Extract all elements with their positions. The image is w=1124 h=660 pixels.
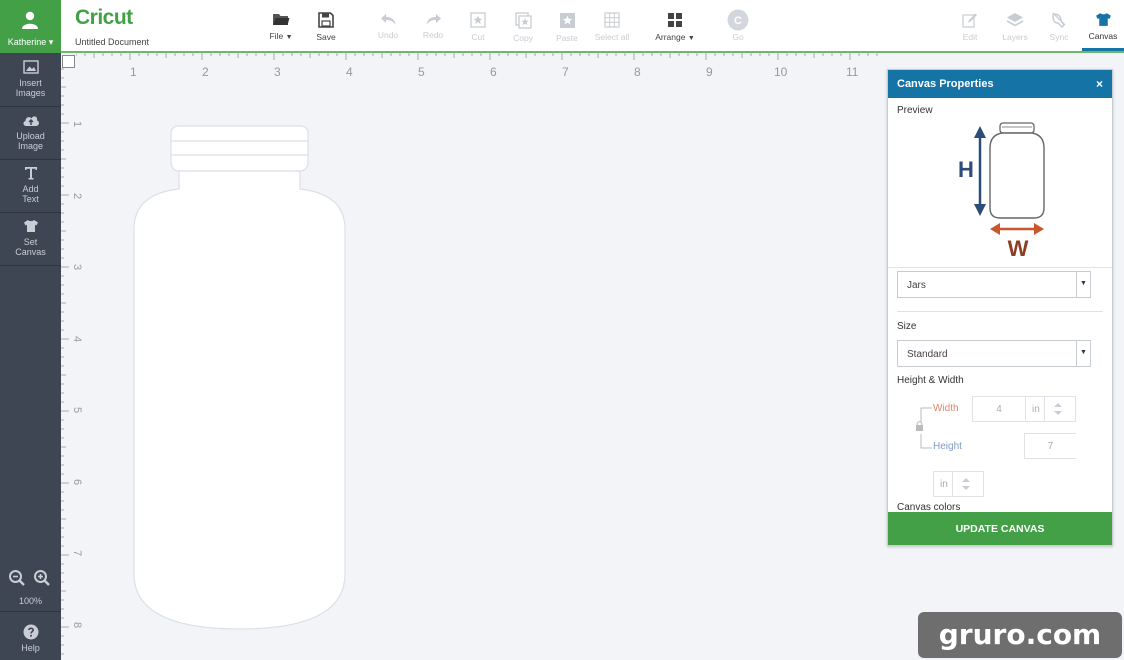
- ruler-corner[interactable]: [62, 55, 75, 68]
- ruler-vertical-ticks: [61, 68, 69, 655]
- canvas-colors-section: Canvas colors: [888, 500, 1112, 512]
- width-label: Width: [933, 403, 959, 414]
- height-arrow-label: H: [958, 157, 974, 182]
- undo-icon: [380, 14, 395, 25]
- arrange-menu-button[interactable]: Arrange ▼: [649, 0, 701, 51]
- unit-stepper[interactable]: in: [933, 471, 984, 497]
- canvas-properties-panel: Canvas Properties × Preview H W Jars ▼ S…: [887, 69, 1113, 546]
- sync-button[interactable]: Sync: [1039, 0, 1079, 51]
- sidebar-item-upload-image[interactable]: Upload Image: [0, 107, 61, 160]
- width-input[interactable]: 4: [972, 396, 1026, 422]
- zoom-out-icon[interactable]: [8, 569, 26, 587]
- update-canvas-button[interactable]: UPDATE CANVAS: [888, 512, 1112, 545]
- cut-icon: [470, 12, 486, 28]
- help-button[interactable]: Help: [0, 620, 61, 660]
- image-icon: [22, 60, 39, 74]
- user-name: Katherine ▾: [7, 37, 54, 47]
- sidebar-item-add-text[interactable]: Add Text: [0, 160, 61, 213]
- divider: [897, 311, 1103, 312]
- chevron-down-icon: ▼: [285, 34, 293, 41]
- canvas-colors-label: Canvas colors: [897, 502, 961, 512]
- help-icon: [23, 624, 38, 640]
- save-icon: [318, 12, 334, 28]
- text-icon: [24, 167, 37, 180]
- redo-button[interactable]: Redo: [413, 0, 453, 51]
- layers-icon: [1006, 13, 1024, 27]
- height-input[interactable]: 7: [1024, 433, 1076, 459]
- sidebar-item-label: Text: [22, 194, 39, 204]
- height-width-label: Height & Width: [897, 375, 964, 386]
- select-all-button[interactable]: Select all: [588, 0, 636, 51]
- tshirt-icon: [1095, 13, 1111, 26]
- watermark: gruro.com: [918, 612, 1122, 658]
- chevron-down-icon: ▼: [687, 35, 695, 42]
- top-toolbar: Cricut Untitled Document File ▼ Save Und…: [61, 0, 1124, 53]
- go-icon: C: [727, 9, 749, 31]
- stepper-arrows-icon: [1054, 403, 1062, 415]
- sidebar-item-label: Set: [23, 237, 38, 247]
- copy-button[interactable]: Copy: [503, 0, 543, 51]
- sidebar-item-insert-images[interactable]: Insert Images: [0, 54, 61, 107]
- zoom-in-icon[interactable]: [33, 569, 51, 587]
- document-title: Untitled Document: [75, 37, 150, 47]
- jar-body: [133, 170, 346, 630]
- width-arrow-label: W: [1008, 236, 1029, 261]
- lock-icon[interactable]: [912, 400, 932, 452]
- cricut-logo: Cricut: [75, 6, 133, 29]
- user-menu[interactable]: Katherine ▾: [0, 0, 61, 53]
- save-button[interactable]: Save: [306, 0, 346, 51]
- redo-icon: [426, 14, 441, 25]
- paste-icon: [559, 13, 575, 28]
- sidebar-item-label: Image: [17, 141, 43, 151]
- tshirt-icon: [23, 220, 38, 232]
- sync-icon: [1052, 12, 1066, 28]
- zoom-controls: 100%: [0, 566, 61, 612]
- zoom-level: 100%: [18, 596, 43, 606]
- sidebar-item-set-canvas[interactable]: Set Canvas: [0, 213, 61, 266]
- panel-title: Canvas Properties: [897, 78, 994, 90]
- ruler-horizontal-ticks: [75, 53, 878, 60]
- edit-icon: [962, 13, 977, 28]
- canvas-type-select[interactable]: Jars ▼: [897, 271, 1091, 298]
- undo-button[interactable]: Undo: [368, 0, 408, 51]
- arrange-icon: [668, 13, 682, 27]
- user-icon: [22, 11, 38, 29]
- ruler-vertical: [61, 53, 76, 660]
- file-menu-button[interactable]: File ▼: [261, 0, 301, 51]
- size-select[interactable]: Standard ▼: [897, 340, 1091, 367]
- ruler-horizontal: [61, 53, 1124, 69]
- svg-text:C: C: [734, 15, 742, 27]
- sidebar-item-label: Canvas: [15, 247, 46, 257]
- canvas-button[interactable]: Canvas: [1082, 0, 1124, 51]
- layers-button[interactable]: Layers: [995, 0, 1035, 51]
- chevron-down-icon: ▼: [1076, 272, 1090, 297]
- stepper-arrows-icon: [962, 478, 970, 490]
- sidebar-item-label: Images: [15, 88, 46, 98]
- edit-button[interactable]: Edit: [950, 0, 990, 51]
- chevron-down-icon: ▼: [1076, 341, 1090, 366]
- panel-header: Canvas Properties ×: [888, 70, 1112, 98]
- select-all-icon: [604, 12, 620, 28]
- jar-preview-image: H W: [958, 122, 1045, 261]
- height-label: Height: [933, 441, 962, 452]
- copy-icon: [514, 12, 532, 29]
- help-label: Help: [21, 643, 40, 653]
- jar-lid: [170, 125, 309, 172]
- sidebar-item-label: Upload: [16, 131, 45, 141]
- paste-button[interactable]: Paste: [547, 0, 587, 51]
- go-button[interactable]: C Go: [718, 0, 758, 51]
- design-canvas[interactable]: [76, 69, 886, 660]
- divider: [888, 267, 1112, 268]
- left-sidebar: Katherine ▾ Insert Images Upload Image A…: [0, 0, 61, 660]
- width-unit-stepper[interactable]: in: [1025, 396, 1076, 422]
- preview-label: Preview: [897, 105, 933, 116]
- jar-canvas-shape: [133, 125, 346, 630]
- close-icon[interactable]: ×: [1096, 77, 1103, 91]
- cloud-upload-icon: [22, 116, 39, 126]
- cut-button[interactable]: Cut: [458, 0, 498, 51]
- sidebar-item-label: Insert: [19, 78, 42, 88]
- size-label: Size: [897, 321, 917, 332]
- sidebar-item-label: Add: [22, 184, 39, 194]
- folder-icon: [273, 14, 290, 25]
